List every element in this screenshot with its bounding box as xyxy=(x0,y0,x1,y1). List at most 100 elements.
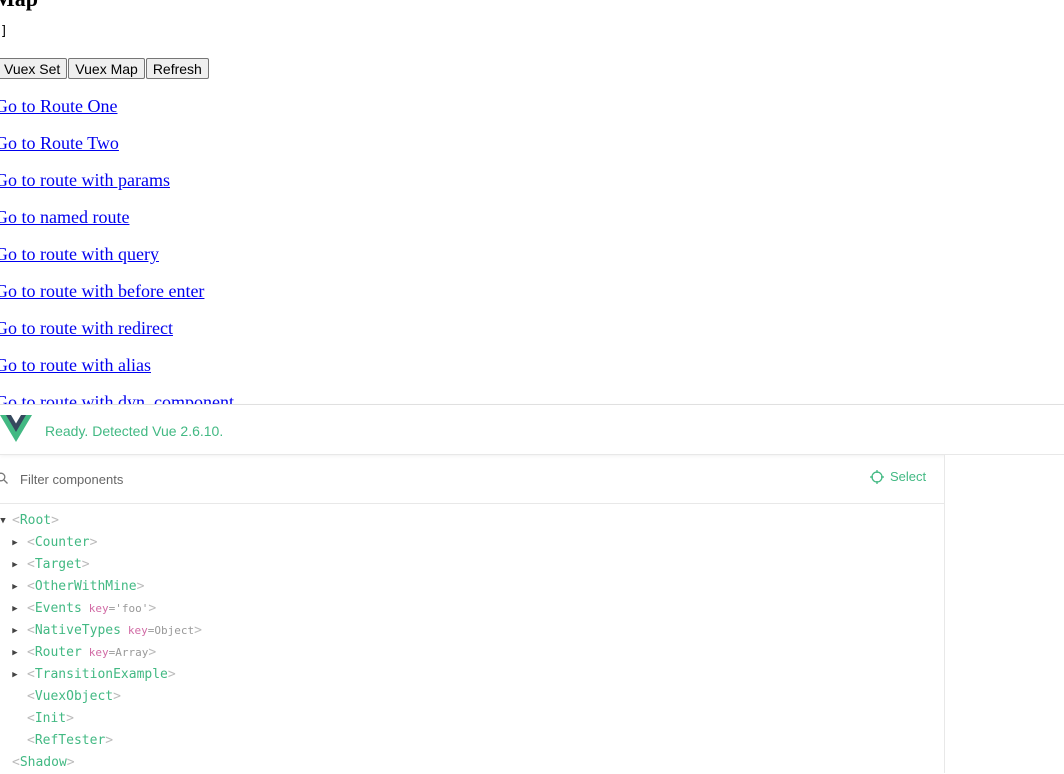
tree-item-otherwithmine[interactable]: ▶ <OtherWithMine> xyxy=(0,576,944,598)
components-pane: Select ▼<Root>▶<Counter>▶<Target>▶<Other… xyxy=(0,455,945,773)
vuex-map-button[interactable]: Vuex Map xyxy=(68,58,145,79)
filter-components-input[interactable] xyxy=(20,469,720,489)
link-route-alias[interactable]: Go to route with alias xyxy=(0,355,151,375)
bracket-open: < xyxy=(27,557,35,572)
key-label: key xyxy=(88,646,109,659)
status-text: Ready. Detected Vue 2.6.10. xyxy=(45,423,224,439)
key-value: =Object xyxy=(147,624,195,637)
caret-right-icon[interactable]: ▶ xyxy=(10,554,20,576)
link-named-route[interactable]: Go to named route xyxy=(0,207,129,227)
code-output: ] xyxy=(0,24,8,39)
filter-bar: Select xyxy=(0,455,944,504)
tree-item-transitionexample[interactable]: ▶ <TransitionExample> xyxy=(0,664,944,686)
component-label: <VuexObject> xyxy=(27,686,121,708)
caret-right-icon[interactable]: ▶ xyxy=(10,576,20,598)
vue-logo-icon xyxy=(0,415,32,442)
tree-item-vuexobject[interactable]: <VuexObject> xyxy=(0,686,944,708)
bracket-open: < xyxy=(12,755,20,770)
select-component-button[interactable]: Select xyxy=(870,469,926,484)
tree-item-events[interactable]: ▶ <Events key='foo'> xyxy=(0,598,944,620)
component-label: <Counter> xyxy=(27,532,97,554)
bracket-open: < xyxy=(27,689,35,704)
component-name: OtherWithMine xyxy=(34,579,137,594)
component-name: NativeTypes xyxy=(34,623,121,638)
component-label: <NativeTypes key=Object> xyxy=(27,620,202,642)
component-label: <Root> xyxy=(12,510,59,532)
tree-item-nativetypes[interactable]: ▶ <NativeTypes key=Object> xyxy=(0,620,944,642)
component-label: <OtherWithMine> xyxy=(27,576,144,598)
component-name: Shadow xyxy=(19,755,67,770)
route-links: Go to Route One Go to Route Two Go to ro… xyxy=(0,95,234,404)
bracket-open: < xyxy=(27,623,35,638)
component-label: <TransitionExample> xyxy=(27,664,176,686)
devtools-header: Ready. Detected Vue 2.6.10. xyxy=(0,405,1064,455)
tree-item-counter[interactable]: ▶ <Counter> xyxy=(0,532,944,554)
tree-item-target[interactable]: ▶ <Target> xyxy=(0,554,944,576)
bracket-open: < xyxy=(27,601,35,616)
bracket-close: > xyxy=(148,601,157,616)
component-key: key='foo' xyxy=(89,602,149,615)
bracket-close: > xyxy=(167,667,176,682)
component-name: Events xyxy=(34,601,82,616)
caret-right-icon[interactable]: ▶ xyxy=(10,620,20,642)
link-route-dyn-component[interactable]: Go to route with dyn. component xyxy=(0,392,234,404)
tree-item-root[interactable]: ▼ <Root> xyxy=(0,510,944,532)
link-route-query[interactable]: Go to route with query xyxy=(0,244,159,264)
bracket-close: > xyxy=(51,513,59,528)
inspector-pane xyxy=(945,455,1064,773)
caret-right-icon[interactable]: ▶ xyxy=(10,664,20,686)
link-route-before-enter[interactable]: Go to route with before enter xyxy=(0,281,204,301)
component-label: <Shadow> xyxy=(12,752,75,774)
bracket-close: > xyxy=(66,755,75,770)
component-name: VuexObject xyxy=(34,689,114,704)
tree-item-init[interactable]: <Init> xyxy=(0,708,944,730)
action-buttons: Vuex Set Vuex Map Refresh xyxy=(0,58,209,79)
component-name: Target xyxy=(34,557,82,572)
link-route-one[interactable]: Go to Route One xyxy=(0,96,117,116)
bracket-close: > xyxy=(136,579,145,594)
tree-item-router[interactable]: ▶ <Router key=Array> xyxy=(0,642,944,664)
bracket-open: < xyxy=(27,579,35,594)
search-icon xyxy=(0,472,8,484)
target-icon xyxy=(870,469,884,484)
refresh-button[interactable]: Refresh xyxy=(145,58,209,79)
vue-devtools-panel: Ready. Detected Vue 2.6.10. Select ▼<Roo… xyxy=(0,404,1064,773)
tree-item-shadow[interactable]: <Shadow> xyxy=(0,752,944,774)
component-label: <Init> xyxy=(27,708,74,730)
bracket-open: < xyxy=(27,667,35,682)
bracket-close: > xyxy=(81,557,90,572)
caret-right-icon[interactable]: ▶ xyxy=(10,532,20,554)
component-label: <RefTester> xyxy=(27,730,113,752)
page-title: Map xyxy=(0,0,38,12)
key-value: ='foo' xyxy=(108,602,149,615)
tree-item-reftester[interactable]: <RefTester> xyxy=(0,730,944,752)
bracket-close: > xyxy=(66,711,74,726)
caret-right-icon[interactable]: ▶ xyxy=(10,642,20,664)
component-key: key=Object xyxy=(128,624,194,637)
bracket-open: < xyxy=(12,513,20,528)
bracket-open: < xyxy=(27,733,35,748)
component-key: key=Array xyxy=(89,646,149,659)
component-name: RefTester xyxy=(34,733,106,748)
bracket-open: < xyxy=(27,535,35,550)
link-route-two[interactable]: Go to Route Two xyxy=(0,133,119,153)
caret-down-icon[interactable]: ▼ xyxy=(0,510,8,532)
bracket-open: < xyxy=(27,645,35,660)
link-route-redirect[interactable]: Go to route with redirect xyxy=(0,318,173,338)
component-name: Counter xyxy=(34,535,90,550)
vuex-set-button[interactable]: Vuex Set xyxy=(0,58,68,79)
key-label: key xyxy=(88,602,109,615)
caret-right-icon[interactable]: ▶ xyxy=(10,598,20,620)
bracket-close: > xyxy=(194,623,202,638)
component-tree: ▼ <Root> ▶ <Counter> ▶ <Target> ▶ <OtherWithMin… xyxy=(0,510,944,774)
component-label: <Router key=Array> xyxy=(27,642,156,664)
component-name: TransitionExample xyxy=(34,667,168,682)
key-label: key xyxy=(127,624,148,637)
app-page: Map ] Vuex Set Vuex Map Refresh Go to Ro… xyxy=(0,0,1064,404)
bracket-close: > xyxy=(148,645,157,660)
component-name: Root xyxy=(19,513,52,528)
key-value: =Array xyxy=(108,646,149,659)
link-route-params[interactable]: Go to route with params xyxy=(0,170,170,190)
component-label: <Target> xyxy=(27,554,90,576)
bracket-close: > xyxy=(113,689,121,704)
